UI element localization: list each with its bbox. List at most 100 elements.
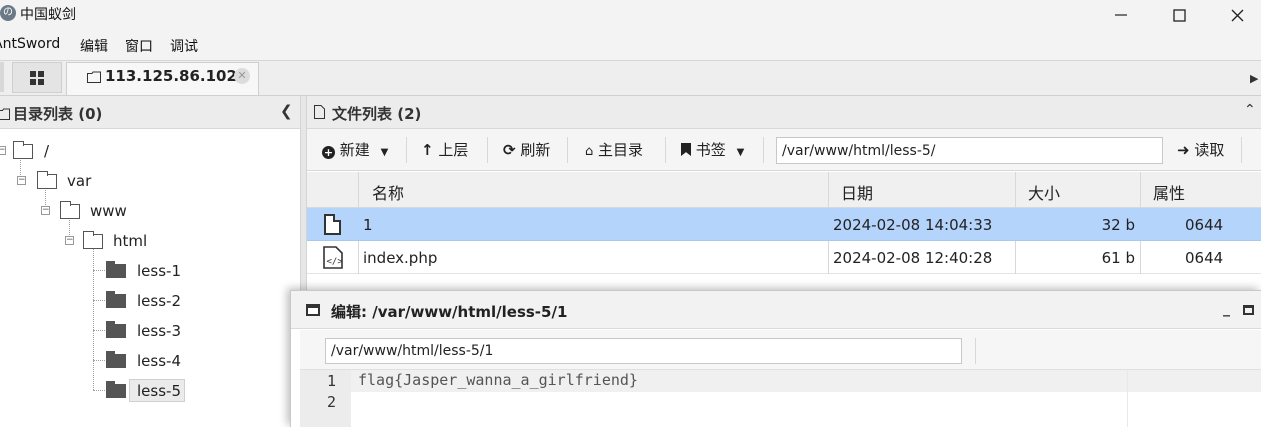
toolbar-separator (567, 137, 568, 163)
line-number: 1 (326, 372, 336, 390)
directory-panel-title: 目录列表 (0) (13, 105, 103, 123)
column-header-name[interactable]: 名称 (372, 180, 404, 204)
tree-node-www[interactable]: www (90, 202, 127, 220)
toolbar-separator (487, 137, 488, 163)
editor-title: 编辑: /var/www/html/less-5/1 (331, 303, 568, 321)
home-icon: ⌂ (585, 144, 594, 159)
tab-partial[interactable] (0, 62, 4, 92)
minimize-icon (1115, 14, 1127, 16)
editor-minimize-icon[interactable]: _ (1223, 301, 1230, 317)
file-grid-header (307, 172, 1261, 208)
maximize-button[interactable] (1151, 0, 1207, 30)
home-dir-button-label: 主目录 (598, 141, 644, 159)
column-separator (1140, 172, 1141, 208)
folder-open-icon (13, 141, 33, 159)
file-size: 61 b (1101, 249, 1135, 267)
file-panel-title: 文件列表 (2) (332, 105, 422, 123)
read-button-label: 读取 (1194, 141, 1225, 159)
tab-shell-label: 113.125.86.102 (105, 67, 237, 85)
folder-icon (106, 381, 126, 398)
folder-open-icon (37, 171, 57, 189)
tree-toggle-root[interactable]: − (0, 146, 6, 155)
print-margin (1127, 370, 1128, 427)
close-icon (1231, 9, 1243, 21)
collapse-up-icon[interactable]: ⌃ (1244, 102, 1256, 118)
up-button[interactable]: ↑ 上层 (421, 139, 468, 160)
editor-path-input[interactable] (325, 338, 962, 364)
folder-icon (106, 351, 126, 368)
grid-icon (30, 70, 44, 85)
toolbar-separator (975, 338, 976, 364)
tree-toggle-var[interactable]: − (17, 176, 26, 185)
tab-home[interactable] (12, 62, 62, 93)
bookmark-button[interactable]: 书签 ▼ (681, 139, 744, 160)
folder-icon (106, 321, 126, 338)
cell-separator (828, 241, 829, 274)
tree-line (93, 246, 94, 390)
column-header-date[interactable]: 日期 (841, 180, 873, 204)
column-separator (828, 172, 829, 208)
new-button-label: 新建 (339, 141, 370, 159)
refresh-button[interactable]: ⟳ 刷新 (503, 139, 550, 160)
file-date: 2024-02-08 12:40:28 (833, 249, 993, 267)
file-icon (314, 105, 325, 123)
read-button[interactable]: ➜ 读取 (1177, 139, 1224, 160)
file-permission: 0644 (1185, 216, 1224, 234)
bookmark-icon (681, 143, 691, 156)
minimize-button[interactable] (1093, 0, 1149, 30)
tree-node-var[interactable]: var (67, 172, 91, 190)
plus-circle-icon: + (322, 146, 335, 159)
window-title: 中国蚁剑 (20, 7, 76, 23)
file-permission: 0644 (1185, 249, 1224, 267)
refresh-icon: ⟳ (503, 141, 516, 159)
new-button[interactable]: + 新建 ▼ (322, 139, 388, 160)
folder-icon (106, 291, 126, 308)
tab-scroll-right-icon[interactable]: ▶ (1250, 72, 1258, 85)
tree-node-html[interactable]: html (113, 232, 147, 250)
code-line[interactable]: flag{Jasper_wanna_a_girlfriend} (358, 371, 638, 389)
tree-line (93, 300, 105, 301)
tree-toggle-www[interactable]: − (41, 206, 50, 215)
caret-down-icon: ▼ (380, 147, 389, 158)
refresh-button-label: 刷新 (520, 141, 551, 159)
maximize-icon (1172, 8, 1186, 22)
arrow-right-icon: ➜ (1177, 141, 1190, 159)
menu-edit[interactable]: 编辑 (80, 36, 108, 56)
tree-node-less-4[interactable]: less-4 (137, 352, 181, 370)
window-icon (306, 304, 320, 316)
bookmark-button-label: 书签 (695, 141, 726, 159)
folder-icon (87, 69, 101, 87)
file-name: 1 (363, 216, 373, 234)
path-input[interactable] (776, 137, 1163, 164)
folder-open-icon (83, 231, 103, 249)
column-header-size[interactable]: 大小 (1028, 180, 1060, 204)
tree-node-less-1[interactable]: less-1 (137, 262, 181, 280)
tree-node-less-2[interactable]: less-2 (137, 292, 181, 310)
menu-window[interactable]: 窗口 (125, 36, 153, 56)
close-button[interactable] (1209, 0, 1261, 30)
tree-node-less-5[interactable]: less-5 (137, 382, 181, 400)
tab-close-icon[interactable]: ✕ (234, 68, 250, 84)
tree-node-less-3[interactable]: less-3 (137, 322, 181, 340)
cell-separator (1015, 241, 1016, 274)
tree-node-root[interactable]: / (44, 142, 49, 160)
column-separator (358, 172, 359, 208)
home-dir-button[interactable]: ⌂ 主目录 (585, 139, 643, 160)
tree-toggle-html[interactable]: − (65, 236, 74, 245)
folder-icon (106, 261, 126, 278)
line-number: 2 (326, 393, 336, 411)
toolbar-separator (665, 137, 666, 163)
tree-line (93, 390, 105, 391)
menu-debug[interactable]: 调试 (170, 36, 198, 56)
editor-maximize-icon[interactable] (1243, 305, 1254, 315)
tree-line (93, 270, 105, 271)
code-file-icon: </> (323, 246, 343, 273)
cell-separator (1140, 241, 1141, 274)
folder-icon (0, 106, 10, 124)
menu-antsword[interactable]: AntSword (0, 36, 60, 52)
file-date: 2024-02-08 14:04:33 (833, 216, 993, 234)
collapse-left-icon[interactable]: ❮ (280, 102, 293, 120)
up-button-label: 上层 (438, 141, 469, 159)
antsword-logo-icon: の (0, 5, 16, 21)
column-header-attributes[interactable]: 属性 (1153, 180, 1185, 204)
